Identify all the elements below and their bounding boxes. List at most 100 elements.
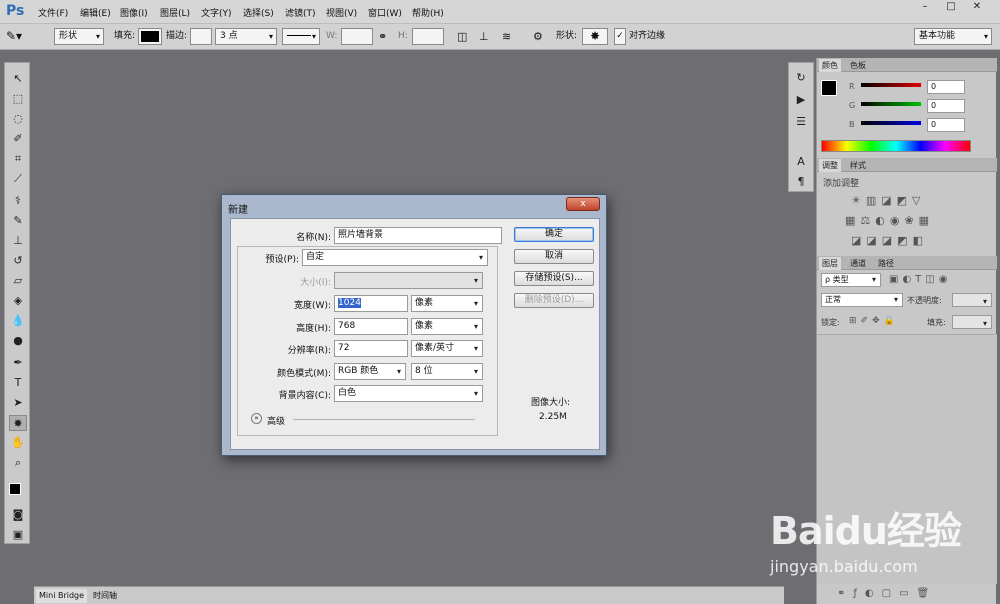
- adjustment-icons-row-2[interactable]: ▦⚖◐◉❀▦: [845, 214, 934, 227]
- tab-timeline[interactable]: 时间轴: [90, 589, 120, 603]
- maximize-button[interactable]: □: [940, 0, 962, 14]
- fill-swatch[interactable]: [138, 28, 162, 45]
- menu-type[interactable]: 文字(Y): [201, 6, 232, 19]
- eraser-tool-icon[interactable]: ▱: [9, 273, 27, 289]
- hand-tool-icon[interactable]: ✋: [9, 435, 27, 451]
- menu-edit[interactable]: 编辑(E): [80, 6, 111, 19]
- menu-filter[interactable]: 滤镜(T): [285, 6, 316, 19]
- foreground-color-swatch[interactable]: [9, 483, 21, 495]
- color-spectrum-ramp[interactable]: [821, 140, 971, 152]
- brush-presets-icon[interactable]: ☰: [794, 115, 808, 129]
- crop-tool-icon[interactable]: ⌗: [9, 151, 27, 167]
- g-slider[interactable]: [861, 102, 921, 106]
- size-select[interactable]: [334, 272, 483, 289]
- tab-swatches[interactable]: 色板: [847, 59, 869, 72]
- layer-fill-field[interactable]: [952, 315, 992, 331]
- color-mode-select[interactable]: RGB 颜色: [334, 363, 406, 380]
- path-alignment-icon[interactable]: ⊥: [479, 28, 489, 45]
- tab-styles[interactable]: 样式: [847, 159, 869, 172]
- tab-layers[interactable]: 图层: [819, 257, 841, 270]
- tab-paths[interactable]: 路径: [875, 257, 897, 270]
- height-unit-select[interactable]: 像素: [411, 318, 483, 335]
- width-field[interactable]: [341, 28, 373, 45]
- minimize-button[interactable]: –: [914, 0, 936, 14]
- advanced-expand-icon[interactable]: »: [251, 413, 262, 424]
- tab-mini-bridge[interactable]: Mini Bridge: [36, 589, 88, 603]
- resolution-unit-select[interactable]: 像素/英寸: [411, 340, 483, 357]
- layer-filter-icons[interactable]: ▣◐T◫◉: [889, 274, 951, 285]
- dialog-close-button[interactable]: x: [566, 197, 600, 211]
- paragraph-icon[interactable]: ¶: [794, 175, 808, 189]
- stroke-type-select[interactable]: [282, 28, 320, 45]
- marquee-tool-icon[interactable]: ⬚: [9, 91, 27, 107]
- width-field[interactable]: 1024: [334, 295, 408, 312]
- path-arrangement-icon[interactable]: ≋: [502, 28, 511, 45]
- actions-play-icon[interactable]: ▶: [794, 93, 808, 107]
- document-name-field[interactable]: 照片墙背景: [334, 227, 502, 244]
- layers-footer-icons[interactable]: ⚭ƒ◐▢▭🗑: [837, 588, 937, 599]
- clone-stamp-tool-icon[interactable]: ⊥: [9, 233, 27, 249]
- menu-image[interactable]: 图像(I): [120, 6, 148, 19]
- layer-kind-filter[interactable]: ρ 类型: [821, 273, 881, 287]
- menu-help[interactable]: 帮助(H): [412, 6, 444, 19]
- healing-brush-tool-icon[interactable]: ⚕: [9, 193, 27, 209]
- b-slider[interactable]: [861, 121, 921, 125]
- custom-shape-picker[interactable]: ✸: [582, 28, 608, 45]
- adjustment-icons-row-3[interactable]: ◪◪◪◩◧: [851, 234, 928, 247]
- history-icon[interactable]: ↻: [794, 71, 808, 85]
- character-icon[interactable]: A: [794, 155, 808, 169]
- menu-view[interactable]: 视图(V): [326, 6, 357, 19]
- menu-select[interactable]: 选择(S): [243, 6, 274, 19]
- bit-depth-select[interactable]: 8 位: [411, 363, 483, 380]
- adjustment-icons-row-1[interactable]: ☀▥◪◩▽: [851, 194, 926, 207]
- gear-icon[interactable]: ⚙: [533, 28, 543, 45]
- zoom-tool-icon[interactable]: ⌕: [9, 455, 27, 471]
- quick-mask-icon[interactable]: ◙: [9, 507, 27, 523]
- tab-color[interactable]: 颜色: [819, 59, 841, 72]
- menu-file[interactable]: 文件(F): [38, 6, 68, 19]
- pen-tool-icon[interactable]: ✒: [9, 355, 27, 371]
- custom-shape-tool-icon[interactable]: ✸: [9, 415, 27, 431]
- r-value-field[interactable]: 0: [927, 80, 965, 94]
- cancel-button[interactable]: 取消: [514, 249, 594, 264]
- width-unit-select[interactable]: 像素: [411, 295, 483, 312]
- shape-tool-preset-icon[interactable]: ✎▾: [6, 28, 46, 45]
- stroke-swatch[interactable]: [190, 28, 212, 45]
- path-selection-tool-icon[interactable]: ➤: [9, 395, 27, 411]
- dodge-tool-icon[interactable]: ●: [9, 333, 27, 349]
- height-field[interactable]: 768: [334, 318, 408, 335]
- stroke-size-field[interactable]: 3 点: [215, 28, 277, 45]
- g-value-field[interactable]: 0: [927, 99, 965, 113]
- save-preset-button[interactable]: 存储预设(S)...: [514, 271, 594, 286]
- link-icon[interactable]: ⚭: [378, 28, 387, 45]
- lasso-tool-icon[interactable]: ◌: [9, 111, 27, 127]
- r-slider[interactable]: [861, 83, 921, 87]
- lock-icons[interactable]: ⊞✐✥🔒: [849, 316, 899, 326]
- tool-mode-select[interactable]: 形状: [54, 28, 104, 45]
- path-operations-icon[interactable]: ◫: [457, 28, 467, 45]
- opacity-field[interactable]: [952, 293, 992, 309]
- preset-select[interactable]: 自定: [302, 249, 488, 266]
- ok-button[interactable]: 确定: [514, 227, 594, 242]
- paint-bucket-tool-icon[interactable]: ◈: [9, 293, 27, 309]
- screen-mode-icon[interactable]: ▣: [9, 527, 27, 543]
- brush-tool-icon[interactable]: ✎: [9, 213, 27, 229]
- panel-foreground-swatch[interactable]: [821, 80, 837, 96]
- menu-window[interactable]: 窗口(W): [368, 6, 402, 19]
- resolution-field[interactable]: 72: [334, 340, 408, 357]
- b-value-field[interactable]: 0: [927, 118, 965, 132]
- history-brush-tool-icon[interactable]: ↺: [9, 253, 27, 269]
- blend-mode-select[interactable]: 正常: [821, 293, 903, 307]
- tab-adjustments[interactable]: 调整: [819, 159, 841, 172]
- eyedropper-tool-icon[interactable]: ⟋: [9, 171, 27, 187]
- blur-tool-icon[interactable]: 💧: [9, 313, 27, 329]
- type-tool-icon[interactable]: T: [9, 375, 27, 391]
- move-tool-icon[interactable]: ↖: [9, 71, 27, 87]
- close-window-button[interactable]: ✕: [966, 0, 988, 14]
- quick-select-tool-icon[interactable]: ✐: [9, 131, 27, 147]
- background-contents-select[interactable]: 白色: [334, 385, 483, 402]
- align-edges-checkbox[interactable]: ✓: [614, 28, 626, 45]
- workspace-select[interactable]: 基本功能: [914, 28, 992, 45]
- menu-layer[interactable]: 图层(L): [160, 6, 190, 19]
- height-field[interactable]: [412, 28, 444, 45]
